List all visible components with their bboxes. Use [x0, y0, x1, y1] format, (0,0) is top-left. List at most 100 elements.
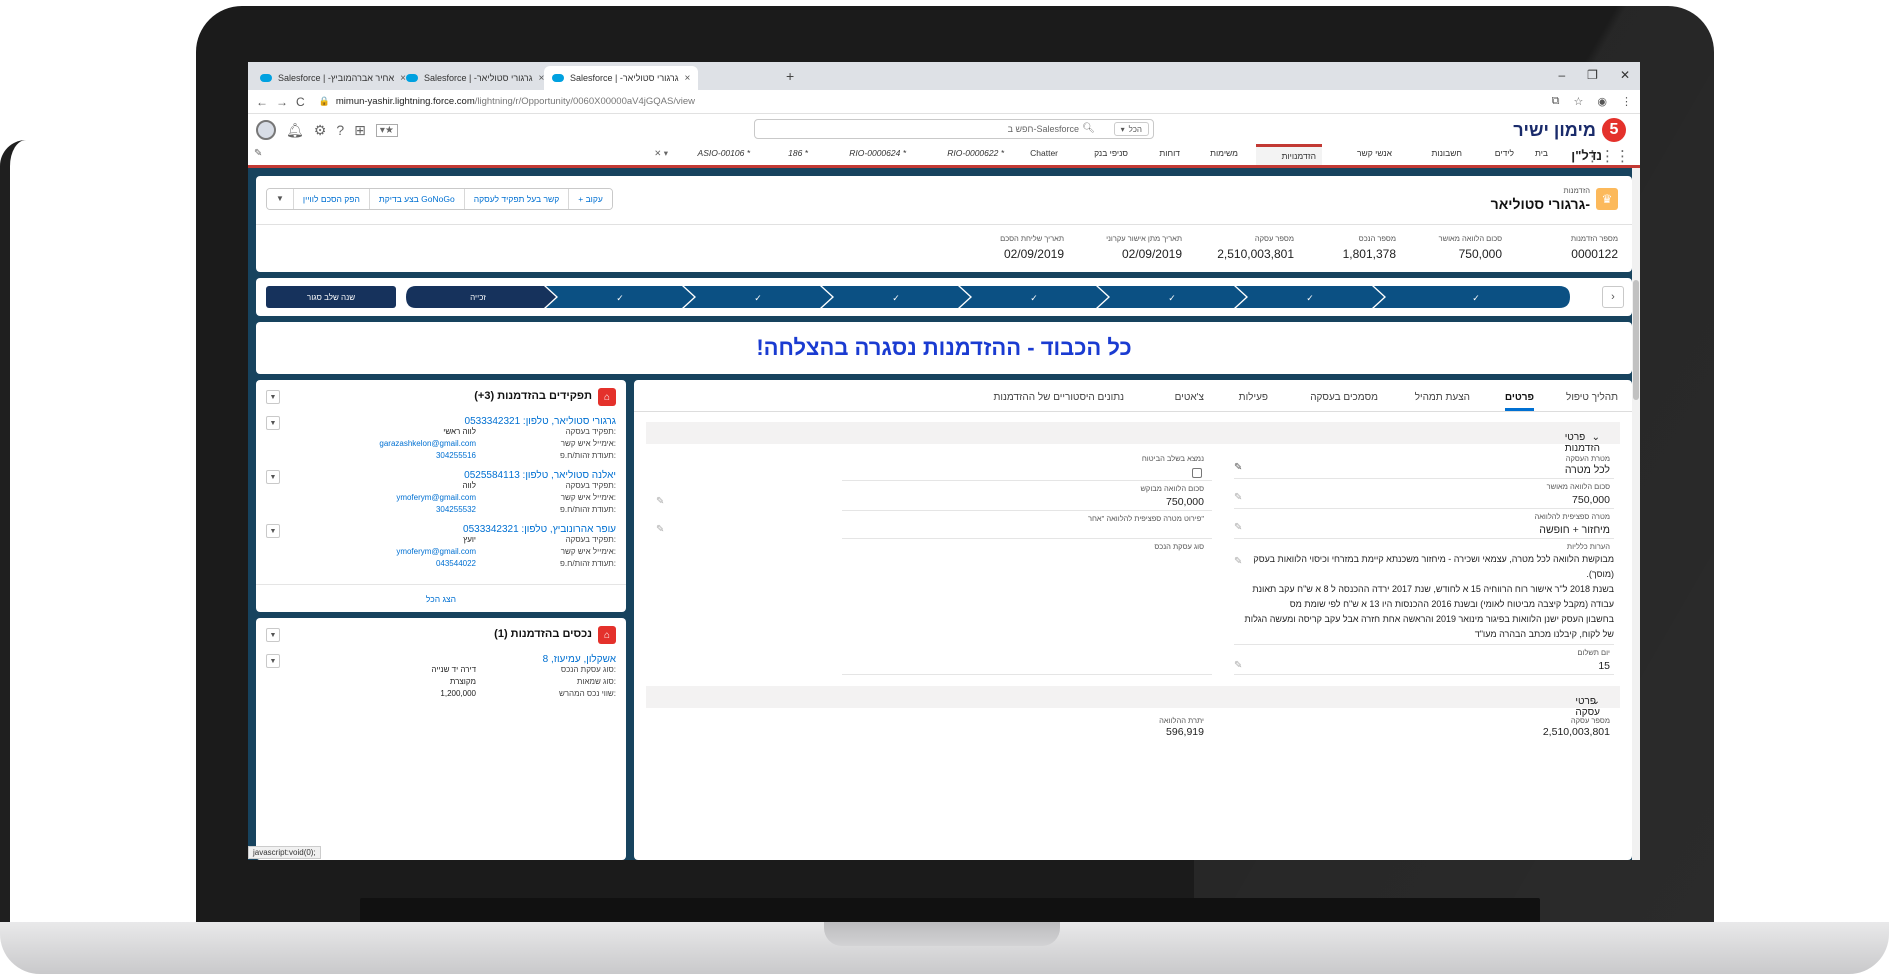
tab-mix[interactable]: הצעת תמהיל: [1415, 392, 1470, 403]
scrollbar[interactable]: [1632, 168, 1640, 860]
tab-process[interactable]: תהליך טיפול: [1566, 392, 1618, 403]
nav-item[interactable]: RIO-0000622 *: [947, 148, 1004, 158]
card-menu-button[interactable]: ▼: [266, 628, 280, 642]
bell-icon[interactable]: 🔔︎: [286, 122, 304, 139]
contact-item: עופר אהרונוביץ, טלפון: 0533342321 תפקיד …: [396, 524, 616, 568]
url-field[interactable]: mimun-yashir.lightning.force.com/lightni…: [336, 96, 695, 107]
row-menu-button[interactable]: ▼: [266, 654, 280, 668]
translate-icon[interactable]: ⧉: [1552, 95, 1560, 108]
pencil-icon[interactable]: ✎: [656, 524, 664, 535]
laptop-notch: [824, 922, 1060, 946]
page-content: ▼ הפק הסכם לוויין בצע בדיקת GoNoGo קשר ב…: [248, 168, 1640, 860]
browser-tab[interactable]: Salesforce | -גרגורי סטוליאר ×: [398, 66, 552, 90]
action-buttons: ▼ הפק הסכם לוויין בצע בדיקת GoNoGo קשר ב…: [266, 188, 613, 210]
section-header[interactable]: פרטי עסקה ⌄: [646, 686, 1620, 718]
nav-item[interactable]: חשבונות: [1432, 148, 1462, 158]
browser-tabbar: Salesforce | -אחיר אברהמוביץ × Salesforc…: [248, 62, 1640, 90]
link-role-button[interactable]: קשר בעל תפקיד לעסקה: [463, 189, 569, 209]
generate-contract-button[interactable]: הפק הסכם לוויין: [292, 189, 369, 209]
kebab-menu-icon[interactable]: ⋮: [1621, 95, 1632, 108]
card-menu-button[interactable]: ▼: [266, 390, 280, 404]
highlight-field: מספר הזדמנות 0000122: [1570, 234, 1618, 261]
browser-tab[interactable]: Salesforce | -אחיר אברהמוביץ ×: [252, 66, 414, 90]
browser-tab-active[interactable]: Salesforce | -גרגורי סטוליאר ×: [544, 66, 699, 90]
nav-item[interactable]: ASIO-00106 *: [698, 148, 750, 158]
nav-item[interactable]: אנשי קשר: [1357, 148, 1392, 158]
chevron-down-icon: ⌄: [1591, 432, 1600, 443]
nav-item[interactable]: Chatter: [1030, 148, 1058, 158]
success-banner: !כל הכבוד - ההזדמנות נסגרה בהצלחה: [256, 322, 1632, 374]
check-icon: ✓: [1030, 293, 1038, 303]
tab-activity[interactable]: פעילות: [1239, 392, 1268, 403]
record-tabs: תהליך טיפול פרטים הצעת תמהיל מסמכים בעסק…: [634, 380, 1632, 412]
row-menu-button[interactable]: ▼: [266, 470, 280, 484]
record-type: הזדמנות: [1563, 186, 1590, 195]
forward-icon[interactable]: →: [276, 95, 288, 109]
pencil-icon[interactable]: ✎: [1234, 462, 1242, 473]
bookmark-star-icon[interactable]: ☆: [1574, 95, 1584, 108]
lock-icon: 🔒: [318, 96, 330, 106]
nav-item[interactable]: משימות: [1210, 148, 1238, 158]
chevron-right-icon[interactable]: ›: [1602, 286, 1624, 308]
follow-button[interactable]: + עקוב: [568, 189, 612, 209]
page-title: גרגורי סטוליאר-: [1490, 196, 1590, 212]
pencil-icon[interactable]: ✎: [656, 496, 664, 507]
app-nav: ✎ ⋮⋮⋮ נדל"ן בית לידים חשבונות אנשי קשר ה…: [248, 144, 1640, 168]
gonogo-button[interactable]: בצע בדיקת GoNoGo: [368, 189, 464, 209]
highlight-field: סכום הלוואה מאושר 750,000: [1438, 234, 1502, 261]
help-icon[interactable]: ?: [336, 122, 344, 138]
check-icon: ✓: [1472, 293, 1480, 303]
nav-item-active[interactable]: הזדמנויות: [1255, 144, 1322, 165]
tab-history[interactable]: נתונים היסטוריים של ההזדמנות: [993, 392, 1124, 403]
favorites-icon[interactable]: ▾★: [375, 123, 398, 137]
screen: Salesforce | -אחיר אברהמוביץ × Salesforc…: [248, 62, 1640, 860]
close-window-icon[interactable]: ✕: [1620, 68, 1630, 82]
house-icon: ⌂: [598, 626, 616, 644]
tab-chats[interactable]: צ'אטים: [1175, 392, 1204, 403]
tab-documents[interactable]: מסמכים בעסקה: [1310, 392, 1378, 403]
insurance-checkbox[interactable]: [1192, 468, 1202, 478]
highlight-field: מספר עסקה 2,510,003,801: [1217, 234, 1294, 261]
maximize-icon[interactable]: ❐: [1587, 68, 1598, 82]
assets-card: ⌂ נכסים בהזדמנות (1) ▼ ▼ אשקלון, עמיעוז,…: [256, 618, 626, 860]
pencil-icon[interactable]: ✎: [254, 148, 262, 159]
address-bar: ← → C 🔒 mimun-yashir.lightning.force.com…: [248, 90, 1640, 114]
notes-text: מבוקשת הלוואה לכל מטרה, עצמאי ושכירה - מ…: [1244, 554, 1614, 639]
pencil-icon[interactable]: ✎: [1234, 522, 1242, 533]
nav-item[interactable]: דוחות: [1159, 148, 1180, 158]
roles-icon: ⌂: [598, 388, 616, 406]
stage-path: שנה שלב סגור זכייה ✓ ✓ ✓ ✓ ✓ ✓ ✓ ›: [256, 278, 1632, 316]
pencil-icon[interactable]: ✎: [1234, 660, 1242, 671]
tab-details[interactable]: פרטים: [1504, 392, 1534, 411]
salesforce-icon: [552, 74, 564, 82]
change-stage-button[interactable]: שנה שלב סגור: [266, 286, 396, 308]
close-tab-icon[interactable]: ✕ ▾: [654, 148, 668, 159]
gear-icon[interactable]: ⚙: [314, 122, 327, 139]
reload-icon[interactable]: C: [296, 95, 305, 109]
salesforce-icon: [260, 74, 272, 82]
nav-item[interactable]: בית: [1535, 148, 1548, 158]
section-header[interactable]: פרטי הזדמנות ⌄: [646, 422, 1620, 454]
nav-item[interactable]: סניפי בנק: [1094, 148, 1128, 158]
close-icon[interactable]: ×: [685, 73, 691, 84]
more-actions-button[interactable]: ▼: [267, 189, 293, 209]
path-stage-current-label: זכייה: [470, 293, 486, 302]
avatar[interactable]: [256, 120, 276, 140]
back-icon[interactable]: ←: [256, 95, 268, 109]
search-scope-select[interactable]: ▾ הכל: [1113, 122, 1149, 136]
row-menu-button[interactable]: ▼: [266, 416, 280, 430]
check-icon: ✓: [1306, 293, 1314, 303]
salesforce-icon: [406, 74, 418, 82]
nav-item[interactable]: לידים: [1495, 148, 1514, 158]
nav-item[interactable]: RIO-0000624 *: [849, 148, 906, 158]
new-tab-icon[interactable]: +: [786, 68, 794, 84]
minimize-icon[interactable]: –: [1558, 68, 1565, 82]
chevron-down-icon: ⌄: [1591, 696, 1600, 707]
nav-item[interactable]: 186 *: [788, 148, 808, 158]
view-all-link[interactable]: הצג הכל: [256, 594, 626, 604]
global-search[interactable]: 🔍︎ חפש ב-Salesforce ▾ הכל: [754, 119, 1154, 139]
global-actions-icon[interactable]: ⊞: [354, 122, 366, 139]
profile-icon[interactable]: ◉: [1597, 95, 1607, 108]
row-menu-button[interactable]: ▼: [266, 524, 280, 538]
pencil-icon[interactable]: ✎: [1234, 492, 1242, 503]
